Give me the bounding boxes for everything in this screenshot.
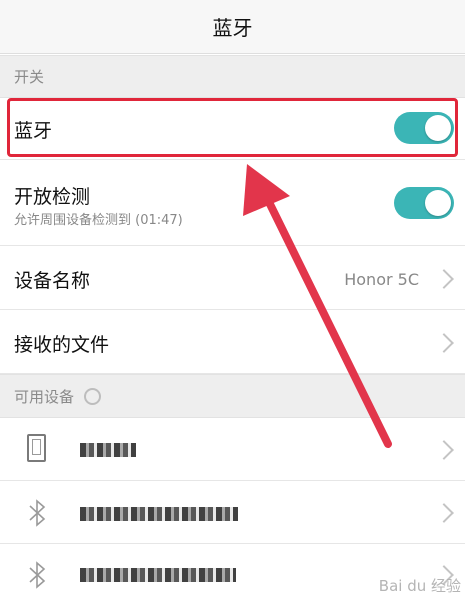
watermark: Bai du 经验 <box>378 577 461 595</box>
annotation-arrow <box>243 164 392 448</box>
